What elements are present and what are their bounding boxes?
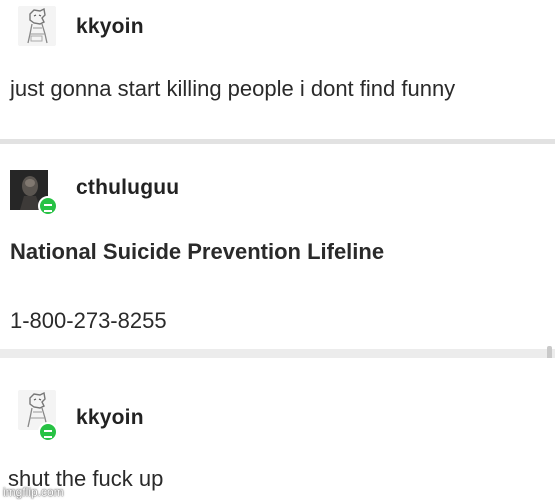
sketch-portrait-icon bbox=[27, 7, 48, 44]
username-cthuluguu[interactable]: cthuluguu bbox=[76, 176, 179, 200]
imgflip-watermark: imgflip.com bbox=[3, 485, 64, 499]
post-body-1: just gonna start killing people i dont f… bbox=[10, 76, 456, 101]
post-kkyoin-1: kkyoin just gonna start killing people i… bbox=[0, 0, 555, 139]
post-phone-2: 1-800-273-8255 bbox=[10, 308, 167, 333]
post-cthuluguu: cthuluguu National Suicide Prevention Li… bbox=[0, 144, 555, 349]
post-title-2: National Suicide Prevention Lifeline bbox=[10, 239, 385, 264]
username-kkyoin-1[interactable]: kkyoin bbox=[76, 15, 144, 39]
reblog-badge-icon bbox=[38, 422, 58, 442]
avatar-kkyoin-1[interactable] bbox=[18, 6, 56, 46]
post-divider-2 bbox=[0, 349, 555, 358]
reblog-thread: kkyoin just gonna start killing people i… bbox=[0, 0, 555, 500]
username-kkyoin-2[interactable]: kkyoin bbox=[76, 406, 144, 430]
reblog-badge-icon bbox=[38, 196, 58, 216]
post-kkyoin-2: kkyoin shut the fuck up bbox=[0, 358, 555, 500]
